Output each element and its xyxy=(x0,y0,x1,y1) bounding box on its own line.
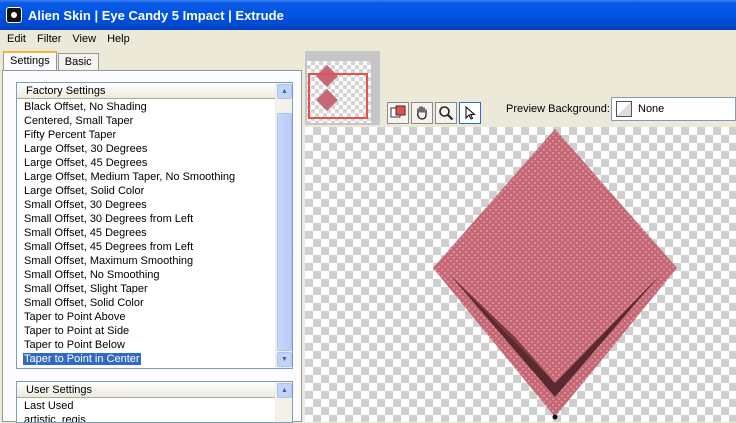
list-item-label: Large Offset, Medium Taper, No Smoothing xyxy=(24,171,236,183)
scroll-thumb[interactable] xyxy=(277,113,292,351)
zoom-icon xyxy=(439,106,454,121)
background-swatch-icon xyxy=(616,101,632,117)
list-item[interactable]: Large Offset, Medium Taper, No Smoothing xyxy=(17,170,275,184)
factory-settings-items: Black Offset, No Shading Centered, Small … xyxy=(17,100,275,368)
list-item-label: Small Offset, 30 Degrees xyxy=(24,199,147,211)
factory-settings-list: Factory Settings Black Offset, No Shadin… xyxy=(16,82,293,369)
menu-help[interactable]: Help xyxy=(102,33,136,45)
preview-canvas[interactable] xyxy=(305,127,736,422)
menu-filter[interactable]: Filter xyxy=(32,33,67,45)
list-item[interactable]: Small Offset, Maximum Smoothing xyxy=(17,254,275,268)
preview-background-dropdown[interactable]: None xyxy=(611,97,736,121)
list-item[interactable]: Taper to Point at Side xyxy=(17,324,275,338)
scroll-up-button[interactable]: ▲ xyxy=(277,84,292,99)
list-item[interactable]: Large Offset, 30 Degrees xyxy=(17,142,275,156)
menu-edit[interactable]: Edit xyxy=(2,33,32,45)
list-item[interactable]: Taper to Point Above xyxy=(17,310,275,324)
list-item-label: Small Offset, Solid Color xyxy=(24,297,144,309)
hand-button[interactable] xyxy=(411,102,433,124)
list-item-label: Taper to Point Below xyxy=(24,339,125,351)
list-item-label: Small Offset, 45 Degrees from Left xyxy=(24,241,194,253)
list-item-label: Small Offset, 30 Degrees from Left xyxy=(24,213,194,225)
navigator-frame xyxy=(305,51,380,125)
list-item-label: Fifty Percent Taper xyxy=(24,129,117,141)
window-title: Alien Skin | Eye Candy 5 Impact | Extrud… xyxy=(28,7,284,23)
user-settings-scrollbar[interactable]: ▲ xyxy=(275,382,292,422)
list-item-label: Small Offset, 45 Degrees xyxy=(24,227,147,239)
watermark-line2: www.maidiregrafica.eu xyxy=(130,290,231,301)
list-item[interactable]: Large Offset, 45 Degrees xyxy=(17,156,275,170)
list-item-label: Last Used xyxy=(24,400,74,412)
list-item-label: Black Offset, No Shading xyxy=(24,101,147,113)
tab-strip: Settings Basic xyxy=(3,51,100,72)
list-item-label: Large Offset, Solid Color xyxy=(24,185,145,197)
user-settings-list: User Settings Last Used artistic_regis ▲ xyxy=(16,381,293,423)
list-item-label: Large Offset, 30 Degrees xyxy=(24,143,148,155)
list-item[interactable]: Taper to Point in Center xyxy=(17,352,275,366)
list-item-label: Centered, Small Taper xyxy=(24,115,134,127)
pointer-button[interactable] xyxy=(459,102,481,124)
watermark-line1: pinuccia xyxy=(164,278,201,289)
preview-background-label: Preview Background: xyxy=(506,103,610,115)
list-item[interactable]: Small Offset, 30 Degrees from Left xyxy=(17,212,275,226)
hand-icon xyxy=(417,106,427,120)
list-item[interactable]: Small Offset, 45 Degrees xyxy=(17,226,275,240)
zoom-button[interactable] xyxy=(435,102,457,124)
user-settings-header[interactable]: User Settings xyxy=(17,382,292,398)
list-item[interactable]: Small Offset, 30 Degrees xyxy=(17,198,275,212)
watermark: pinuccia www.maidiregrafica.eu xyxy=(130,278,231,302)
factory-settings-scrollbar[interactable]: ▲ ▼ xyxy=(275,83,292,368)
preview-toolbar xyxy=(387,102,483,124)
list-item-label: Large Offset, 45 Degrees xyxy=(24,157,148,169)
list-item-label: Taper to Point at Side xyxy=(24,325,130,337)
navigator-viewport-box[interactable] xyxy=(308,73,368,119)
list-item[interactable]: Small Offset, 45 Degrees from Left xyxy=(17,240,275,254)
extruded-diamond-shape xyxy=(433,129,677,420)
list-item[interactable]: Taper to Point Below xyxy=(17,338,275,352)
pointer-icon xyxy=(465,105,476,120)
menu-bar: Edit Filter View Help xyxy=(0,30,736,48)
list-item[interactable]: Large Offset, Solid Color xyxy=(17,184,275,198)
preview-background-value: None xyxy=(638,103,665,115)
list-item-label: Taper to Point in Center xyxy=(23,353,141,365)
navigate-icon xyxy=(390,105,406,118)
navigator-thumbnail[interactable] xyxy=(307,61,371,123)
list-item[interactable]: Centered, Small Taper xyxy=(17,114,275,128)
factory-settings-header[interactable]: Factory Settings xyxy=(17,83,292,99)
list-item[interactable]: Fifty Percent Taper xyxy=(17,128,275,142)
navigate-button[interactable] xyxy=(387,102,409,124)
list-item-label: Small Offset, Maximum Smoothing xyxy=(24,255,194,267)
list-item[interactable]: Last Used xyxy=(17,399,275,413)
settings-panel: Factory Settings Black Offset, No Shadin… xyxy=(2,70,302,423)
user-settings-items: Last Used artistic_regis xyxy=(17,399,275,422)
list-item-label: Taper to Point Above xyxy=(24,311,126,323)
user-scroll-up-button[interactable]: ▲ xyxy=(277,383,292,398)
tab-settings[interactable]: Settings xyxy=(3,51,57,72)
app-icon[interactable] xyxy=(6,7,22,23)
tab-basic[interactable]: Basic xyxy=(57,53,99,71)
title-bar: Alien Skin | Eye Candy 5 Impact | Extrud… xyxy=(0,0,736,30)
list-item[interactable]: Black Offset, No Shading xyxy=(17,100,275,114)
scroll-down-button[interactable]: ▼ xyxy=(277,352,292,367)
menu-view[interactable]: View xyxy=(67,33,102,45)
